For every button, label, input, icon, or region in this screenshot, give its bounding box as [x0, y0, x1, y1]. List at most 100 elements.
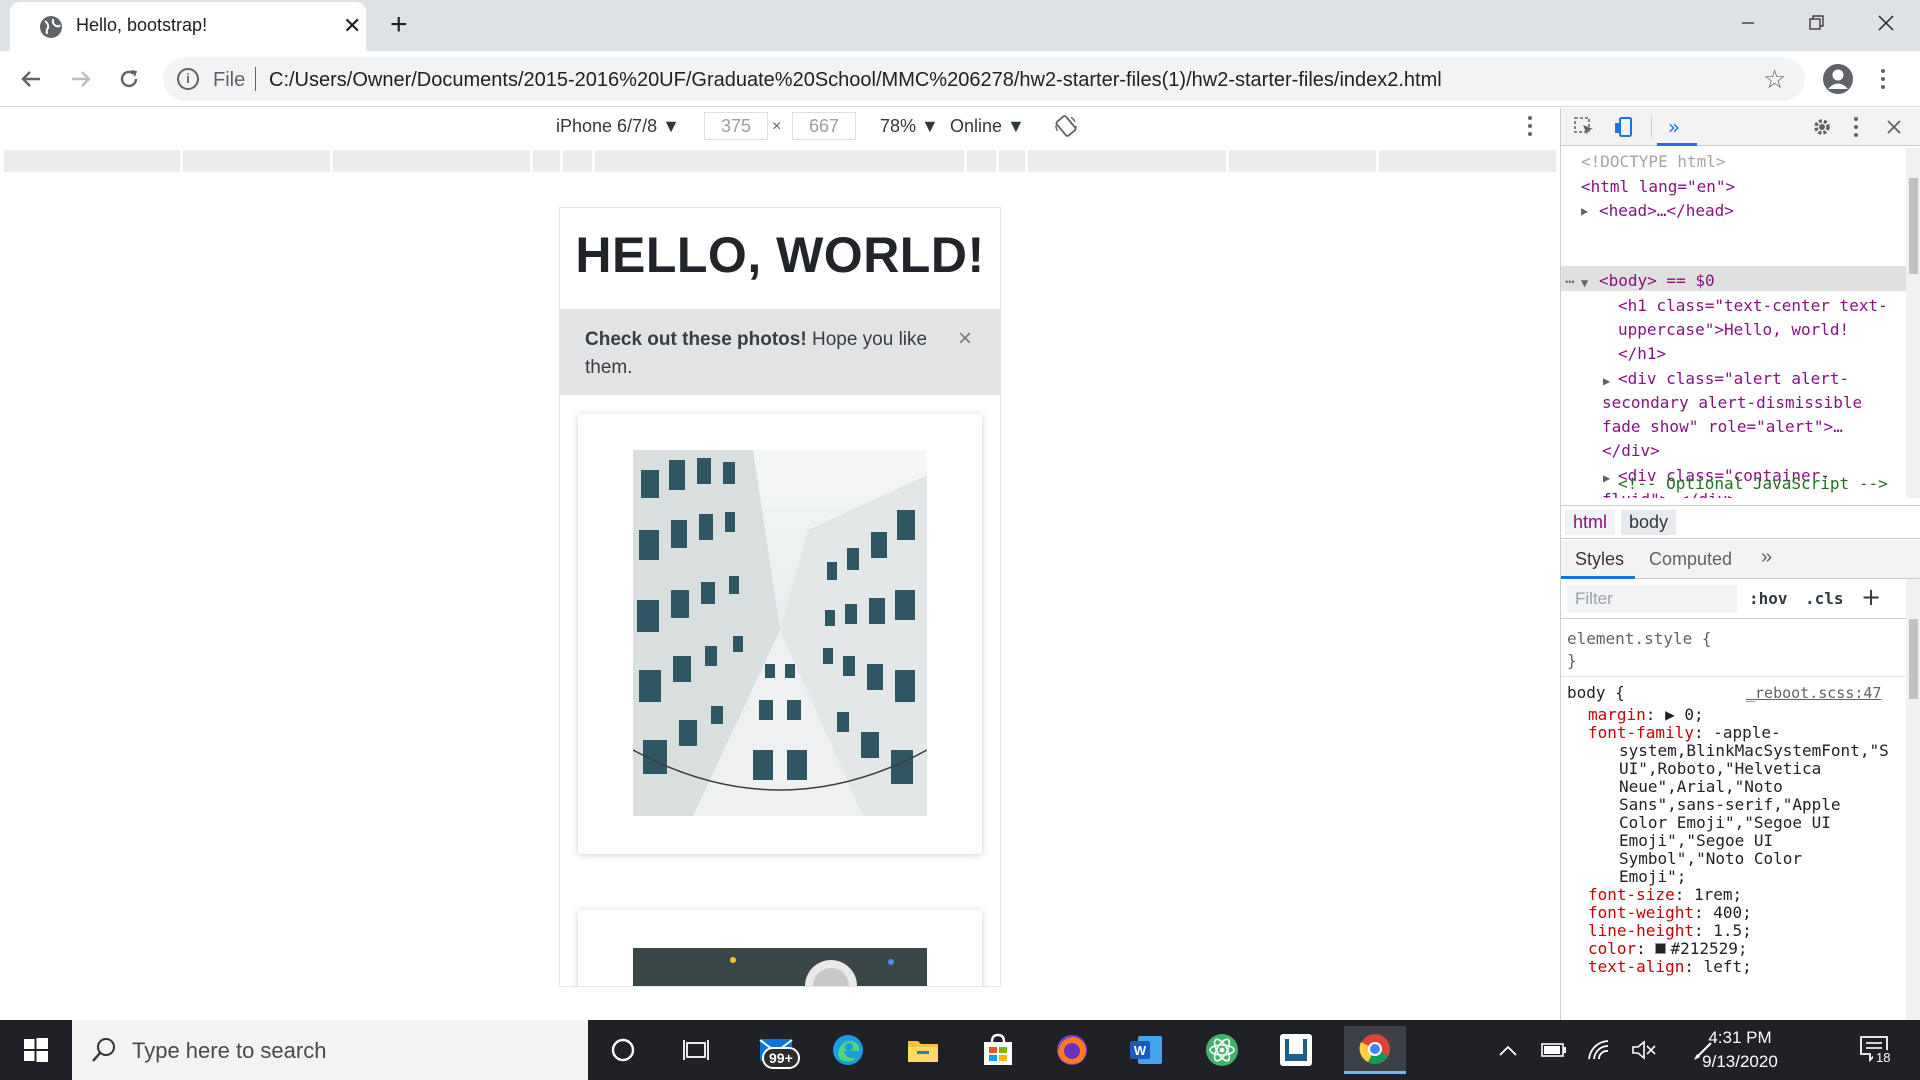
- file-explorer-icon[interactable]: [895, 1026, 951, 1074]
- search-icon: [92, 1038, 115, 1062]
- dom-node[interactable]: secondary alert-dismissible: [1602, 391, 1862, 416]
- photo-card: [578, 910, 982, 986]
- breadcrumb-html[interactable]: html: [1565, 510, 1616, 535]
- node-actions-dots[interactable]: …: [1565, 266, 1575, 291]
- dismissible-alert: Check out these photos! Hope you like th…: [560, 309, 1000, 395]
- inspect-element-icon[interactable]: [1571, 114, 1597, 140]
- url-text[interactable]: C:/Users/Owner/Documents/2015-2016%20UF/…: [269, 69, 1442, 92]
- wifi-icon[interactable]: [1585, 1036, 1613, 1064]
- system-clock[interactable]: 4:31 PM 9/13/2020: [1695, 1026, 1785, 1074]
- rotate-icon[interactable]: [1054, 114, 1078, 138]
- windows-start-icon[interactable]: [0, 1020, 72, 1080]
- dom-node[interactable]: <html lang="en">: [1581, 175, 1735, 200]
- more-tabs-icon[interactable]: »: [1761, 546, 1772, 569]
- svg-text:W: W: [1134, 1043, 1147, 1058]
- building-photo: [633, 450, 927, 816]
- omnibox-divider: [255, 67, 256, 91]
- element-style-selector[interactable]: element.style {: [1567, 628, 1712, 650]
- dom-node[interactable]: <head>…</head>: [1599, 199, 1734, 224]
- forward-arrow-icon[interactable]: [66, 64, 96, 94]
- window-close-icon[interactable]: [1866, 8, 1906, 38]
- dom-node[interactable]: </h1>: [1618, 342, 1666, 367]
- reload-icon[interactable]: [114, 64, 144, 94]
- profile-avatar-icon[interactable]: [1823, 64, 1853, 94]
- devtools-panel: » <!DOCTYPE html> <html lang="en"> ▶ <he…: [1560, 108, 1920, 1020]
- dom-node[interactable]: <!DOCTYPE html>: [1581, 150, 1726, 175]
- media-query-bar[interactable]: [4, 150, 1556, 172]
- restore-icon[interactable]: [1797, 8, 1837, 38]
- color-swatch[interactable]: [1655, 943, 1667, 954]
- device-more-icon[interactable]: [1520, 111, 1540, 141]
- dom-node[interactable]: uppercase">Hello, world!: [1618, 318, 1849, 343]
- show-hidden-icons-chevron[interactable]: [1494, 1036, 1522, 1064]
- new-rule-plus-icon[interactable]: +: [1861, 583, 1881, 611]
- collapse-triangle-icon[interactable]: ▼: [1581, 271, 1588, 296]
- task-view-icon[interactable]: [668, 1026, 724, 1074]
- tab-title: Hello, bootstrap!: [76, 15, 208, 35]
- device-height-input[interactable]: 667: [792, 112, 856, 140]
- taskbar-search-box[interactable]: Type here to search: [72, 1020, 588, 1080]
- cls-toggle[interactable]: .cls: [1805, 589, 1844, 608]
- back-arrow-icon[interactable]: [16, 64, 46, 94]
- expand-triangle-icon[interactable]: ▶: [1581, 199, 1588, 224]
- info-icon[interactable]: i: [177, 68, 199, 90]
- battery-icon[interactable]: [1540, 1036, 1568, 1064]
- volume-muted-icon[interactable]: [1630, 1036, 1658, 1064]
- tab-strip: Hello, bootstrap! ✕ +: [0, 0, 1920, 51]
- browser-menu-icon[interactable]: [1873, 64, 1893, 94]
- tab-computed[interactable]: Computed: [1649, 549, 1732, 570]
- dom-node[interactable]: <h1 class="text-center text-: [1618, 294, 1888, 319]
- chrome-icon[interactable]: [1344, 1026, 1406, 1074]
- page-title: HELLO, WORLD!: [575, 227, 985, 283]
- more-panels-icon[interactable]: »: [1661, 114, 1687, 140]
- mail-unread-badge: 99+: [762, 1047, 800, 1069]
- second-photo: [633, 948, 927, 986]
- device-width-input[interactable]: 375: [704, 112, 768, 140]
- css-separator: :: [1684, 957, 1704, 976]
- cortana-icon[interactable]: [595, 1026, 651, 1074]
- devtools-close-icon[interactable]: [1881, 114, 1907, 140]
- store-icon[interactable]: [970, 1026, 1026, 1074]
- bookmark-star-icon[interactable]: ☆: [1763, 66, 1786, 92]
- device-toggle-icon[interactable]: [1611, 114, 1637, 140]
- device-select[interactable]: iPhone 6/7/8 ▼: [556, 116, 680, 137]
- breadcrumb-body[interactable]: body: [1621, 510, 1677, 535]
- firefox-icon[interactable]: [1044, 1026, 1100, 1074]
- atom-editor-icon[interactable]: [1194, 1026, 1250, 1074]
- new-tab-icon[interactable]: +: [390, 10, 408, 40]
- dom-node[interactable]: fade show" role="alert">…: [1602, 415, 1843, 440]
- tab-close-icon[interactable]: ✕: [343, 15, 361, 37]
- dom-comment-node[interactable]: <!-- Optional JavaScript -->: [1618, 474, 1888, 493]
- dom-node[interactable]: <div class="alert alert-: [1618, 367, 1849, 392]
- browser-toolbar: i File C:/Users/Owner/Documents/2015-201…: [0, 51, 1920, 107]
- styles-scrollbar[interactable]: [1906, 579, 1920, 1020]
- minimize-icon[interactable]: [1728, 8, 1768, 38]
- expand-triangle-icon[interactable]: ▶: [1603, 369, 1610, 394]
- alert-close-button[interactable]: ×: [958, 326, 972, 352]
- word-icon[interactable]: W: [1118, 1026, 1174, 1074]
- devtools-menu-icon[interactable]: [1843, 114, 1869, 140]
- styles-filter-input[interactable]: Filter: [1567, 585, 1737, 613]
- dom-scrollbar[interactable]: [1906, 148, 1920, 498]
- app-window-icon[interactable]: [1268, 1026, 1324, 1074]
- body-rule-selector[interactable]: body {: [1567, 682, 1625, 704]
- elements-dom-tree: <!DOCTYPE html> <html lang="en"> ▶ <head…: [1561, 148, 1906, 498]
- windows-taskbar: Type here to search 99+ W 4:31 PM 9/13/2…: [0, 1020, 1920, 1080]
- settings-gear-icon[interactable]: [1809, 114, 1835, 140]
- styles-pane: element.style { } body { _reboot.scss:47…: [1561, 620, 1906, 1020]
- network-throttle-select[interactable]: Online ▼: [950, 116, 1025, 137]
- browser-tab[interactable]: Hello, bootstrap! ✕: [10, 2, 366, 51]
- expand-triangle-icon[interactable]: ▶: [1603, 466, 1610, 491]
- dom-node[interactable]: </div>: [1602, 439, 1660, 464]
- sidebar-tabs: Styles Computed »: [1561, 541, 1920, 579]
- dom-node[interactable]: <body> == $0: [1599, 269, 1715, 294]
- edge-browser-icon[interactable]: [820, 1026, 876, 1074]
- source-link[interactable]: _reboot.scss:47: [1746, 682, 1881, 704]
- css-declaration[interactable]: text-align: left;: [1588, 956, 1752, 978]
- globe-icon: [40, 16, 62, 38]
- hov-toggle[interactable]: :hov: [1749, 589, 1788, 608]
- tab-styles[interactable]: Styles: [1575, 549, 1624, 570]
- address-bar[interactable]: i File C:/Users/Owner/Documents/2015-201…: [163, 57, 1805, 101]
- styles-filter-row: Filter :hov .cls +: [1561, 579, 1920, 619]
- zoom-select[interactable]: 78% ▼: [880, 116, 939, 137]
